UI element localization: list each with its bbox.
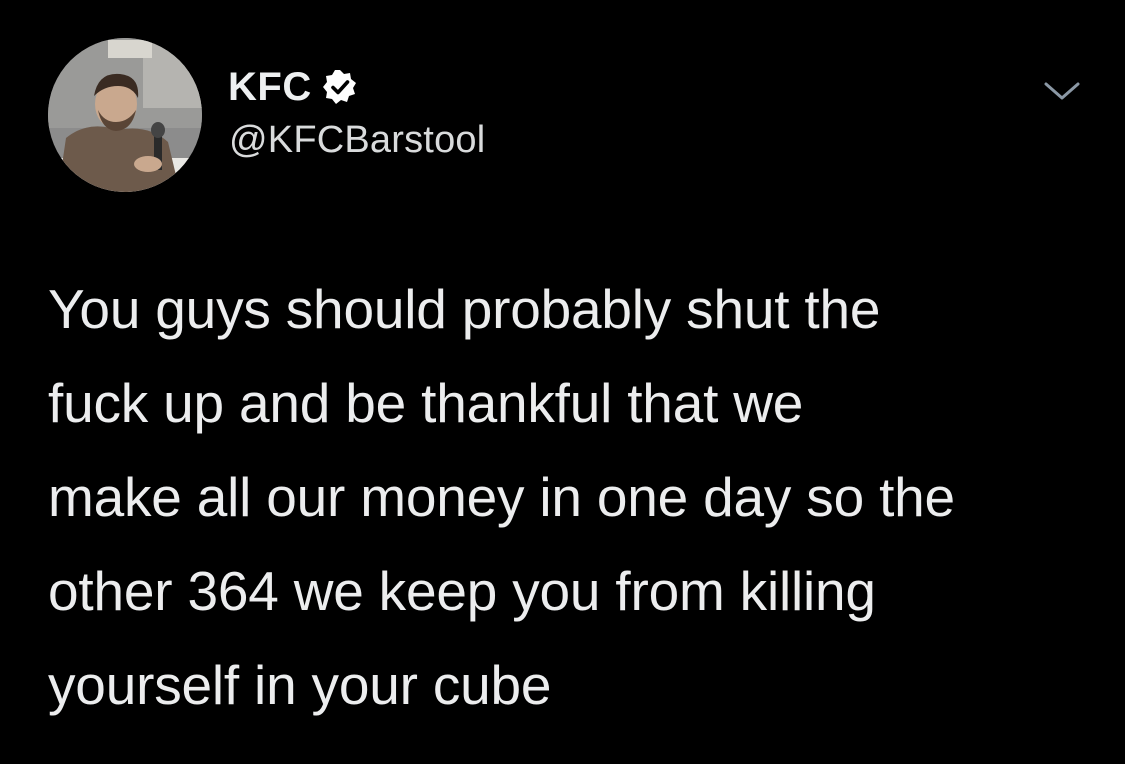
avatar[interactable]: [48, 38, 202, 192]
verified-badge-icon: [322, 69, 358, 105]
user-handle[interactable]: @KFCBarstool: [229, 118, 485, 162]
display-name[interactable]: KFC: [228, 64, 312, 110]
avatar-image: [48, 38, 202, 192]
display-name-row: KFC: [228, 64, 358, 110]
chevron-down-icon[interactable]: [1040, 76, 1084, 108]
tweet-text: You guys should probably shut the fuck u…: [48, 278, 955, 716]
tweet-card: KFC @KFCBarstool You guys should probabl…: [0, 0, 1125, 764]
